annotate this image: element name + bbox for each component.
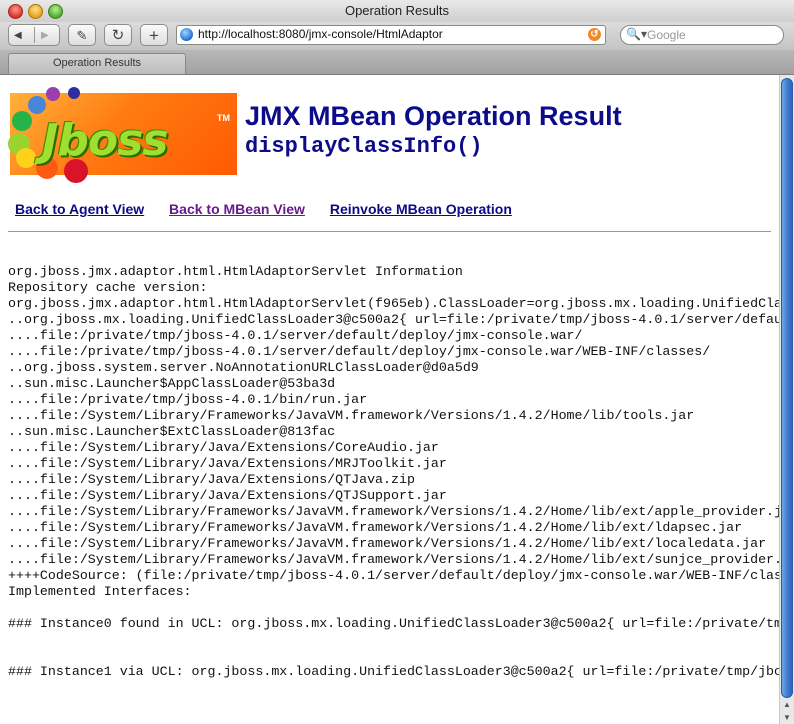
address-text: http://localhost:8080/jmx-console/HtmlAd… [198,27,443,41]
operation-output: org.jboss.jmx.adaptor.html.HtmlAdaptorSe… [8,264,779,679]
nav-separator [34,27,35,43]
tab-label: Operation Results [52,57,142,69]
logo-dot [68,87,80,99]
tab-bar: Operation Results [0,50,794,75]
scroll-arrows: ▲ ▼ [780,698,794,724]
globe-icon [180,28,193,41]
edit-page-button[interactable]: ✎ [68,24,96,46]
search-placeholder: Google [647,28,686,42]
address-field[interactable]: http://localhost:8080/jmx-console/HtmlAd… [176,25,606,45]
page-title: JMX MBean Operation Result [245,101,622,131]
search-icon: 🔍▾ [626,27,647,41]
horizontal-rule [8,231,771,232]
search-input[interactable]: 🔍▾ Google [620,25,784,45]
pencil-icon: ✎ [76,28,88,43]
forward-arrow-icon[interactable]: ▶ [41,25,49,47]
reinvoke-mbean-operation-link[interactable]: Reinvoke MBean Operation [330,201,512,217]
logo-dot [12,111,32,131]
snapback-icon[interactable]: ↺ [588,28,601,41]
logo-wordmark: Jboss [42,115,168,166]
browser-window: Operation Results ◀ ▶ ✎ ↻ + http://local… [0,0,794,724]
back-to-mbean-view-link[interactable]: Back to MBean View [169,201,305,217]
back-arrow-icon[interactable]: ◀ [14,25,22,47]
scrollbar-thumb[interactable] [781,78,793,698]
logo-dot [28,96,46,114]
logo-trademark: TM [217,113,230,123]
plus-icon: + [149,26,159,45]
browser-toolbar: ◀ ▶ ✎ ↻ + http://localhost:8080/jmx-cons… [0,22,794,50]
scroll-up-icon[interactable]: ▲ [780,698,794,711]
back-forward-group: ◀ ▶ [8,24,60,46]
reload-button[interactable]: ↻ [104,24,132,46]
operation-name: displayClassInfo() [245,134,483,159]
logo-dot [46,87,60,101]
tab-operation-results[interactable]: Operation Results [8,53,186,74]
logo-dot [16,148,36,168]
window-title: Operation Results [344,3,450,18]
title-bar: Operation Results [0,0,794,23]
reload-icon: ↻ [111,27,125,44]
page-content: Jboss TM JMX MBean Operation Result disp… [0,75,779,724]
jboss-logo: Jboss TM [8,87,237,183]
vertical-scrollbar[interactable]: ▲ ▼ [779,75,794,724]
scroll-down-icon[interactable]: ▼ [780,711,794,724]
add-bookmark-button[interactable]: + [140,24,168,46]
navigation-links: Back to Agent View Back to MBean View Re… [15,201,533,217]
back-to-agent-view-link[interactable]: Back to Agent View [15,201,144,217]
